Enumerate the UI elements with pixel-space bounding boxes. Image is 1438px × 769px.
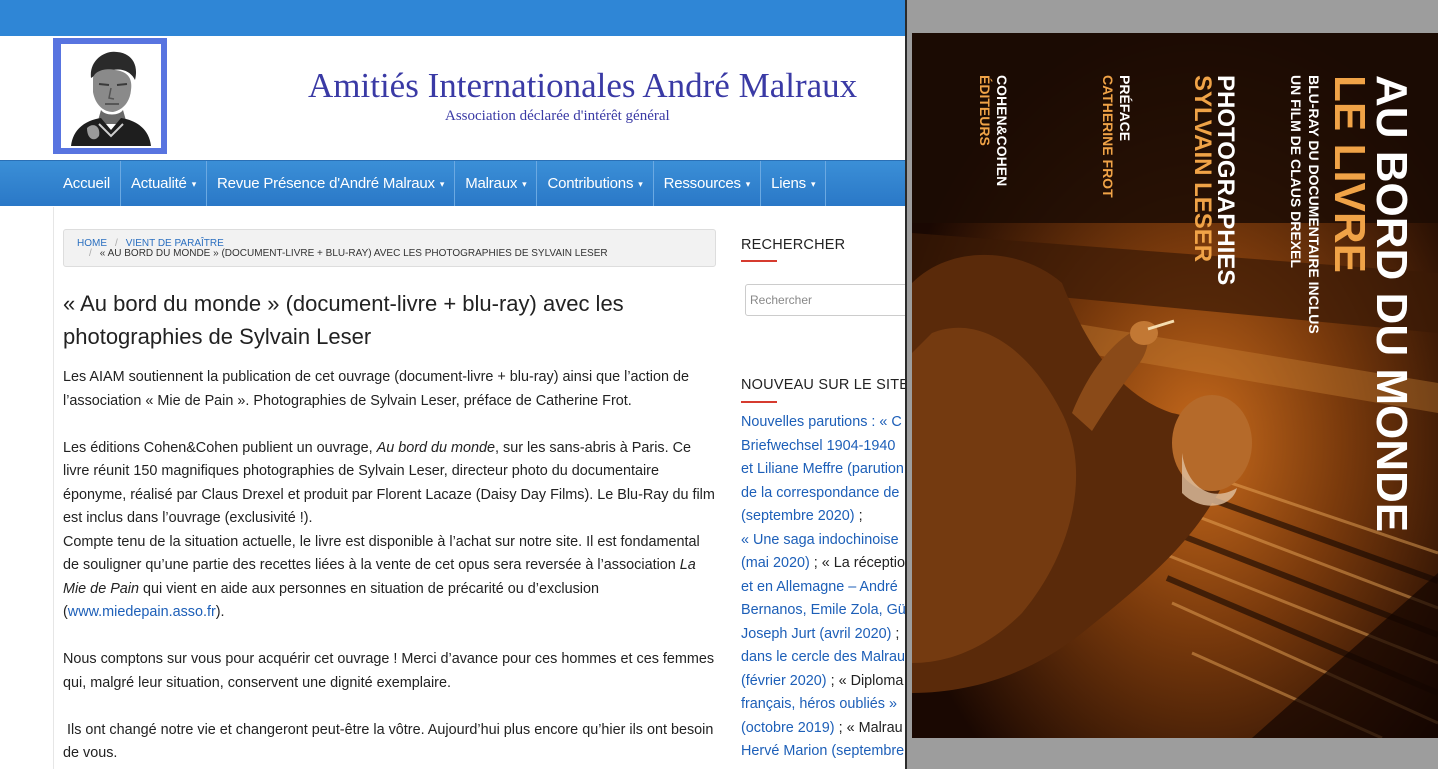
news-list-item: Nouvelles parutions : « C [741,411,905,435]
site-logo[interactable] [53,38,167,154]
news-list-item: « Une saga indochinoise [741,529,905,553]
news-link[interactable]: (février 2020) [741,673,827,689]
news-link[interactable]: français, héros oubliés » [741,696,897,712]
nav-item-liens[interactable]: Liens ▾ [761,161,827,206]
book-title-emphasis: Au bord du monde [376,439,496,456]
news-link[interactable]: « Une saga indochinoise [741,532,899,548]
news-link[interactable]: Briefwechsel 1904-1940 [741,438,895,454]
chevron-down-icon: ▾ [638,179,643,189]
news-list-item: Hervé Marion (septembre [741,740,905,764]
nav-item-label: Revue Présence d'André Malraux [217,175,435,192]
article-paragraph: Les éditions Cohen&Cohen publient un ouv… [63,437,718,531]
main-content: HOME / VIENT DE PARAÎTRE / « AU BORD DU MON… [53,207,718,769]
breadcrumb-separator: / [89,248,92,259]
news-text: ; « Malrau [834,719,903,736]
news-list: Nouvelles parutions : « C Briefwechsel 19… [741,411,905,764]
nav-item-accueil[interactable]: Accueil [53,161,121,206]
breadcrumb: HOME / VIENT DE PARAÎTRE / « AU BORD DU MON… [63,229,716,267]
search-widget-title: RECHERCHER [741,237,846,253]
news-text: ; [891,625,900,642]
site-title[interactable]: Amitiés Internationales André Malraux [308,66,857,106]
cover-photographer-name: SYLVAIN LESER [1189,75,1216,263]
miedepain-link[interactable]: www.miedepain.asso.fr [68,604,216,620]
search-input[interactable] [745,284,905,316]
sidebar: RECHERCHER NOUVEAU SUR LE SITE Nouvelles… [741,207,905,769]
article-body: Les AIAM soutiennent la publication de c… [63,366,718,769]
widget-title-rule [741,401,777,403]
nav-item-label: Actualité [130,175,187,192]
news-list-item: et en Allemagne – André [741,576,905,600]
news-list-item: Joseph Jurt (avril 2020) ; [741,623,905,647]
cover-preface-author: CATHERINE FROT [1100,75,1116,198]
nav-item-revue-pr-sence-d-andr-malraux[interactable]: Revue Présence d'André Malraux ▾ [207,161,456,206]
site-header: Amitiés Internationales André Malraux As… [0,36,905,160]
news-list-item: dans le cercle des Malrau [741,646,905,670]
news-list-item: Bernanos, Emile Zola, Gü [741,599,905,623]
news-link[interactable]: (octobre 2019) [741,720,835,736]
nav-item-malraux[interactable]: Malraux ▾ [455,161,538,206]
news-link[interactable]: et en Allemagne – André [741,579,898,595]
article-paragraph: Ils ont changé notre vie et changeront p… [63,721,718,762]
nav-item-label: Ressources [663,175,741,192]
website-page: Amitiés Internationales André Malraux As… [0,0,905,769]
news-list-item: et Liliane Meffre (parution [741,458,905,482]
news-link[interactable]: Joseph Jurt (avril 2020) [741,626,891,642]
top-bar [0,0,905,36]
paragraph-text: Les éditions Cohen&Cohen publient un ouv… [63,439,377,456]
chevron-down-icon: ▾ [439,179,445,189]
news-text: ; « La réceptio [809,555,905,571]
news-list-item: (octobre 2019) ; « Malrau [741,717,905,741]
nav-item-contributions[interactable]: Contributions ▾ [537,161,654,206]
article-title: « Au bord du monde » (document-livre + b… [63,291,624,349]
news-link[interactable]: et Liliane Meffre (parution [741,461,904,477]
paragraph-text: Compte tenu de la situation actuelle, le… [63,533,700,574]
cover-title-line1: AU BORD DU MONDE [1367,75,1416,533]
news-text: ; [854,508,863,524]
cover-tagline-bluray: BLU-RAY DU DOCUMENTAIRE INCLUS [1306,75,1322,334]
chevron-down-icon: ▾ [745,179,751,189]
news-list-item: (septembre 2020) ; [741,505,905,529]
chevron-down-icon: ▾ [522,179,527,189]
paragraph-text: ). [215,604,225,620]
breadcrumb-current: « AU BORD DU MONDE » (DOCUMENT-LIVRE + B… [99,248,608,259]
news-list-item: de la correspondance de [741,482,905,506]
news-list-item: (février 2020) ; « Diploma [741,670,905,694]
news-link[interactable]: Bernanos, Emile Zola, Gü [741,602,905,618]
news-list-item: (mai 2020) ; « La réceptio [741,552,905,576]
nav-item-label: Contributions [547,175,634,192]
news-link[interactable]: de la correspondance de [741,485,899,501]
nav-item-label: Malraux [465,175,518,192]
chevron-down-icon: ▾ [811,179,816,189]
portrait-photo-icon [61,44,161,148]
widget-title-rule [741,260,777,262]
nav-item-ressources[interactable]: Ressources ▾ [654,161,762,206]
cover-publisher-name: COHEN&COHEN [994,75,1010,187]
news-widget-title: NOUVEAU SUR LE SITE [741,377,905,393]
article-paragraph: Les AIAM soutiennent la publication de c… [63,369,689,409]
chevron-down-icon: ▾ [191,179,197,189]
cover-tagline-film: UN FILM DE CLAUS DREXEL [1288,75,1304,268]
news-link[interactable]: Nouvelles parutions : « C [741,414,902,430]
news-link[interactable]: (mai 2020) [741,555,810,571]
news-text: ; « Diploma [826,672,904,689]
panel-divider [905,0,907,769]
nav-item-label: Liens [771,175,806,192]
news-list-item: français, héros oubliés » [741,693,905,717]
nav-item-label: Accueil [63,175,110,192]
book-cover-image: AU BORD DU MONDE LE LIVRE BLU-RAY DU DOC… [912,33,1438,738]
article-paragraph: Compte tenu de la situation actuelle, le… [63,531,718,625]
cover-publisher-label: ÉDITEURS [977,75,993,146]
cover-photographies-label: PHOTOGRAPHIES [1212,75,1239,286]
cover-preface-label: PRÉFACE [1117,75,1133,142]
news-list-item: Briefwechsel 1904-1940 [741,435,905,459]
cover-title-line2: LE LIVRE [1325,75,1374,274]
news-link[interactable]: (septembre 2020) [741,508,855,524]
main-navigation: Accueil Actualité ▾ Revue Présence d'André … [0,160,905,206]
cover-image-panel: AU BORD DU MONDE LE LIVRE BLU-RAY DU DOC… [905,0,1438,769]
site-subtitle: Association déclarée d'intérêt général [445,108,670,124]
news-link[interactable]: dans le cercle des Malrau [741,649,905,665]
article-paragraph: Nous comptons sur vous pour acquérir cet… [63,651,715,691]
nav-item-actualit[interactable]: Actualité ▾ [121,161,208,206]
news-link[interactable]: Hervé Marion (septembre [741,743,904,759]
